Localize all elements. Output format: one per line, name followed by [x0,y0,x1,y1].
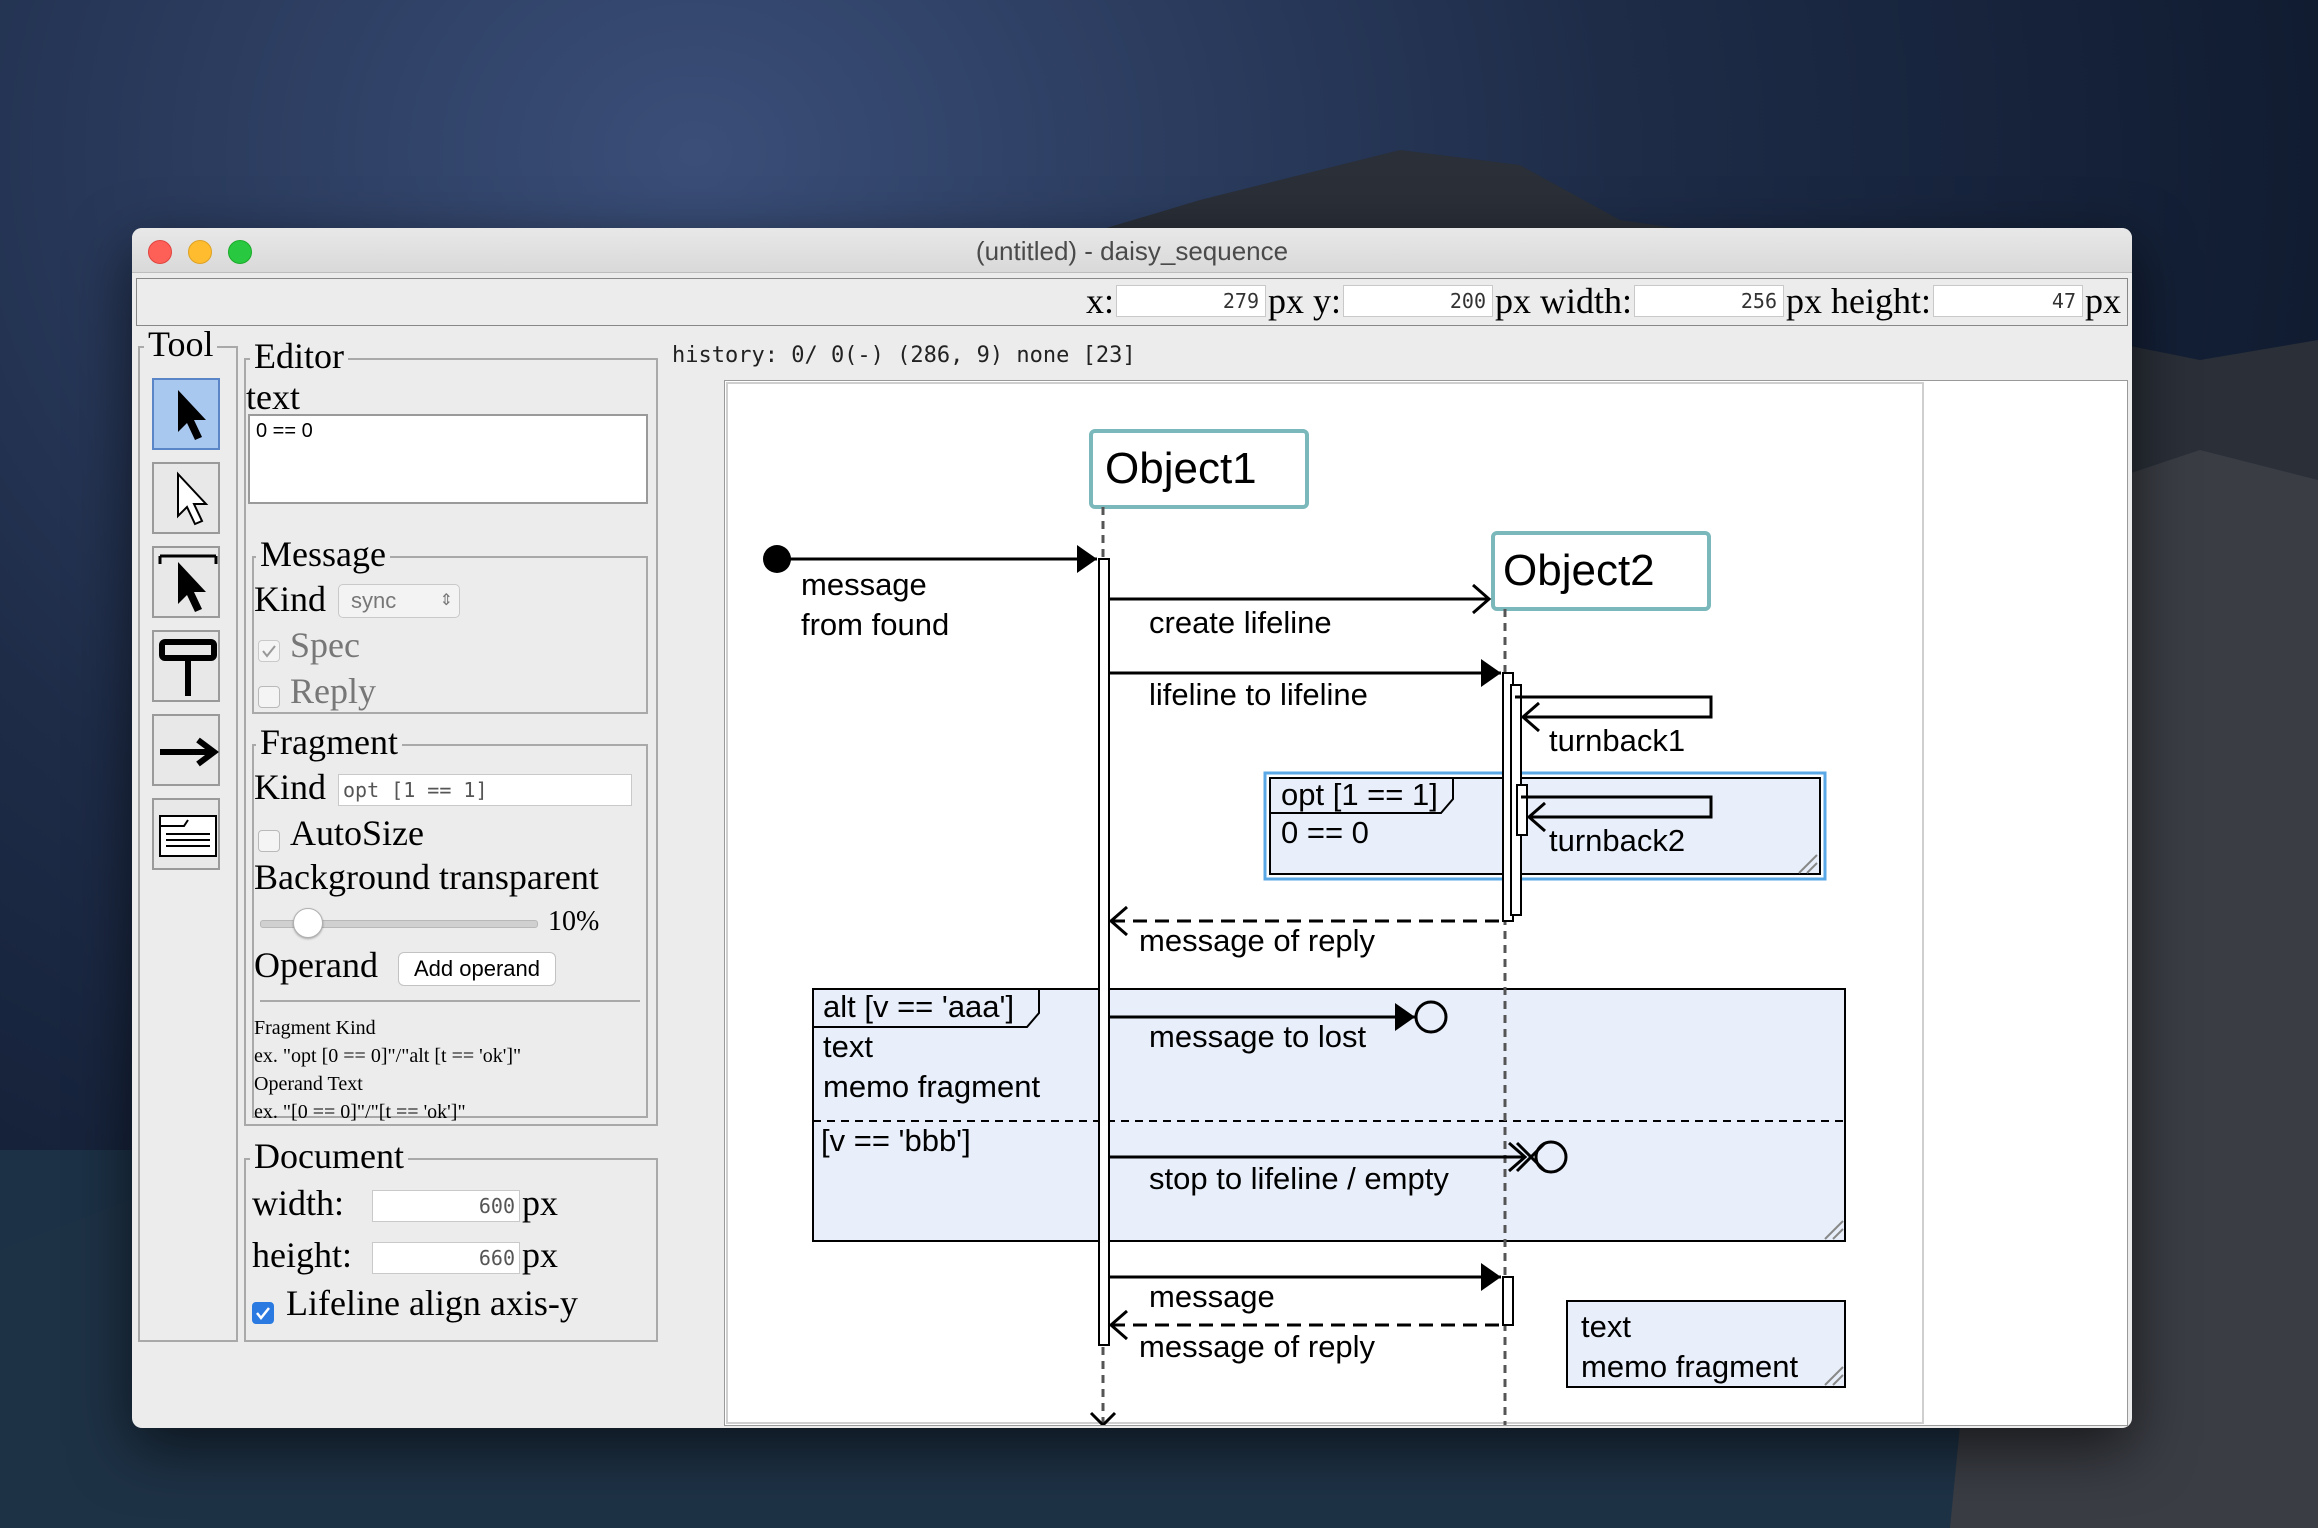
fragment-kind-input[interactable]: opt [1 == 1] [338,774,632,806]
message-panel: Message Kind sync ⇕ Spec Reply [252,536,648,714]
l2l-label: lifeline to lifeline [1149,677,1368,712]
fragment-help-2: ex. "opt [0 == 0]"/"alt [t == 'ok']" [254,1045,522,1067]
history-status: history: 0/ 0(-) (286, 9) none [23] [672,343,1136,368]
document-panel: Document width: 600 px height: 660 px Li… [244,1138,658,1342]
fragment-divider [260,1000,640,1002]
tool-legend: Tool [144,326,218,362]
lifeline-icon [159,639,217,661]
reply1-label: message of reply [1139,923,1376,958]
lifeline-align-label: Lifeline align axis-y [286,1283,578,1323]
spec-checkbox[interactable] [258,640,280,662]
memo-text-1: text [1581,1309,1631,1344]
height-unit-label: px [2085,281,2121,321]
x-label: x: [1085,281,1114,321]
alt-text-1: text [823,1029,873,1064]
spec-label: Spec [290,625,360,665]
turnback2-activation [1516,784,1528,836]
fragment-panel: Fragment Kind opt [1 == 1] AutoSize Back… [252,724,648,1123]
updown-icon: ⇕ [439,592,453,609]
opt-kind-label: opt [1 == 1] [1281,777,1438,812]
message-kind-label: Kind [254,579,326,619]
message-arrow-icon [160,737,219,767]
message-label: message [1149,1279,1275,1314]
turnback2-label: turnback2 [1549,823,1685,858]
message-legend: Message [256,536,390,572]
doc-width-unit: px [522,1183,558,1223]
transparency-slider-thumb[interactable] [292,908,323,938]
document-legend: Document [250,1138,408,1174]
autosize-label: AutoSize [290,813,424,853]
turnback1-label: turnback1 [1549,723,1685,758]
found-message-label-2: from found [801,607,949,642]
document-area [726,382,1924,1424]
operand-label: Operand [254,945,378,985]
message-kind-value: sync [351,588,397,613]
stop-label: stop to lifeline / empty [1149,1161,1449,1196]
reply2-label: message of reply [1139,1329,1376,1364]
title-bar: (untitled) - daisy_sequence [132,228,2132,273]
text-label: text [246,377,300,417]
x-input[interactable]: 279 [1115,285,1266,317]
y-input[interactable]: 200 [1343,285,1493,317]
hollow-pointer-icon [177,471,209,526]
pointer-tool[interactable] [152,378,220,450]
object1-activation [1098,558,1110,1346]
fragment-tool[interactable] [152,798,220,870]
pointer-icon [178,390,206,440]
fragment-help-1: Fragment Kind [254,1017,376,1039]
hollow-pointer-tool[interactable] [152,462,220,534]
object1-label: Object1 [1105,444,1257,493]
lifeline-tool[interactable] [152,630,220,702]
autosize-checkbox[interactable] [258,830,280,852]
lifeline-align-checkbox[interactable] [252,1302,274,1324]
memo-text-2: memo fragment [1581,1349,1798,1384]
x-unit-label: px y: [1267,281,1341,321]
fragment-help-4: ex. "[0 == 0]"/"[t == 'ok']" [254,1101,466,1123]
app-window: (untitled) - daisy_sequence x: 279 px y:… [132,228,2132,1428]
width-unit-label: px height: [1786,281,1931,321]
window-title: (untitled) - daisy_sequence [975,236,1289,266]
sequence-diagram[interactable]: Object1 Object2 message from found creat… [725,381,2127,1425]
fragment-legend: Fragment [256,724,402,760]
y-unit-label: px width: [1495,281,1633,321]
background-transparent-label: Background transparent [254,857,599,897]
transparency-value: 10% [548,906,600,937]
fragment-icon [159,815,217,857]
doc-height-input[interactable]: 660 [372,1242,520,1274]
tool-panel: Tool [138,326,238,1342]
reply-checkbox[interactable] [258,686,280,708]
doc-width-label: width: [252,1183,345,1223]
editor-panel: Editor text 0 == 0 Message Kind sync ⇕ S… [244,338,658,1126]
doc-width-input[interactable]: 600 [372,1190,520,1222]
height-input[interactable]: 47 [1933,285,2083,317]
width-input[interactable]: 256 [1634,285,1785,317]
message-tool[interactable] [152,714,220,786]
coordinate-bar: x: 279 px y: 200 px width: 256 px height… [136,278,2128,326]
found-message-label-1: message [801,567,927,602]
lifeline-pointer-tool[interactable] [152,546,220,618]
reply-label: Reply [290,671,376,711]
fragment-kind-label: Kind [254,767,326,807]
alt-text-2: memo fragment [823,1069,1040,1104]
doc-height-label: height: [252,1235,352,1275]
alt-kind-label: alt [v == 'aaa'] [823,989,1014,1024]
add-operand-button[interactable]: Add operand [398,952,556,986]
message-activation [1502,1276,1514,1326]
message-kind-select[interactable]: sync ⇕ [338,584,460,618]
operand2-label: [v == 'bbb'] [821,1123,971,1158]
lifeline-pointer-icon [178,562,206,612]
object2-label: Object2 [1503,546,1655,595]
doc-height-unit: px [522,1235,558,1275]
lost-label: message to lost [1149,1019,1366,1054]
create-label: create lifeline [1149,605,1332,640]
diagram-canvas[interactable]: Object1 Object2 message from found creat… [724,380,2128,1426]
fragment-help-3: Operand Text [254,1073,363,1095]
text-textarea[interactable]: 0 == 0 [248,414,648,504]
editor-legend: Editor [250,338,348,374]
opt-text-label: 0 == 0 [1281,815,1369,850]
